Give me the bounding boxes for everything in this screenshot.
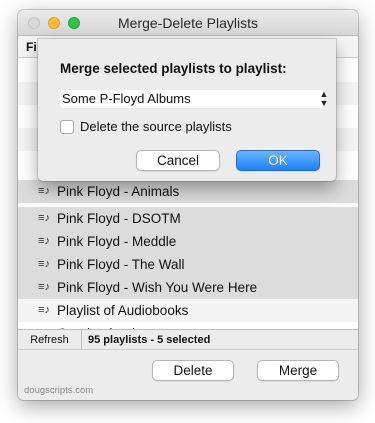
list-item-label: Pink Floyd - The Wall (57, 257, 185, 272)
playlist-icon: ≡♪ (38, 258, 50, 270)
list-item[interactable]: ≡♪ Pink Floyd - Wish You Were Here (18, 276, 358, 299)
delete-source-checkbox[interactable] (60, 119, 74, 134)
list-item[interactable]: ≡♪ Quadrophenia (18, 322, 358, 329)
credit-text: dougscripts.com (24, 385, 94, 396)
playlist-icon: ≡♪ (38, 212, 50, 224)
list-item[interactable]: ≡♪ Pink Floyd - Meddle (18, 230, 358, 253)
delete-source-label: Delete the source playlists (80, 119, 232, 134)
list-item-label: Pink Floyd - Meddle (57, 234, 177, 249)
target-playlist-select[interactable]: Some P-Floyd Albums ▲ ▼ (60, 90, 328, 108)
chevron-up-down-icon: ▲ ▼ (319, 89, 329, 108)
playlist-icon: ≡♪ (36, 322, 52, 329)
status-bar: Refresh 95 playlists - 5 selected (18, 330, 358, 350)
ok-button[interactable]: OK (236, 150, 320, 171)
refresh-button[interactable]: Refresh (18, 330, 82, 350)
playlist-icon: ≡♪ (38, 281, 50, 293)
list-item-label: Pink Floyd - DSOTM (57, 211, 181, 226)
list-item[interactable]: ≡♪ Pink Floyd - Animals (18, 180, 358, 203)
selection-summary: 95 playlists - 5 selected (88, 334, 211, 346)
list-item[interactable]: ≡♪ Pink Floyd - DSOTM (18, 207, 358, 230)
merge-button[interactable]: Merge (257, 360, 339, 381)
playlist-icon: ≡♪ (38, 235, 50, 247)
target-playlist-value: Some P-Floyd Albums (62, 91, 191, 106)
list-item[interactable]: ≡♪ Playlist of Audiobooks (18, 299, 358, 322)
list-item-label: Pink Floyd - Wish You Were Here (57, 280, 258, 295)
sheet-title: Merge selected playlists to playlist: (60, 61, 287, 76)
window-title: Merge-Delete Playlists (117, 15, 259, 31)
list-item-label: Playlist of Audiobooks (57, 303, 189, 318)
playlist-icon: ≡♪ (38, 304, 50, 316)
list-item[interactable]: ≡♪ Pink Floyd - The Wall (18, 253, 358, 276)
title-bar: Merge-Delete Playlists (18, 10, 358, 36)
merge-sheet: Merge selected playlists to playlist: So… (38, 39, 336, 181)
list-item-label: Pink Floyd - Animals (57, 184, 180, 199)
list-item-label: Quadrophenia (57, 322, 143, 329)
delete-source-option[interactable]: Delete the source playlists (60, 119, 232, 134)
playlist-icon: ≡♪ (38, 185, 50, 197)
cancel-button[interactable]: Cancel (136, 150, 220, 171)
delete-button[interactable]: Delete (152, 360, 234, 381)
